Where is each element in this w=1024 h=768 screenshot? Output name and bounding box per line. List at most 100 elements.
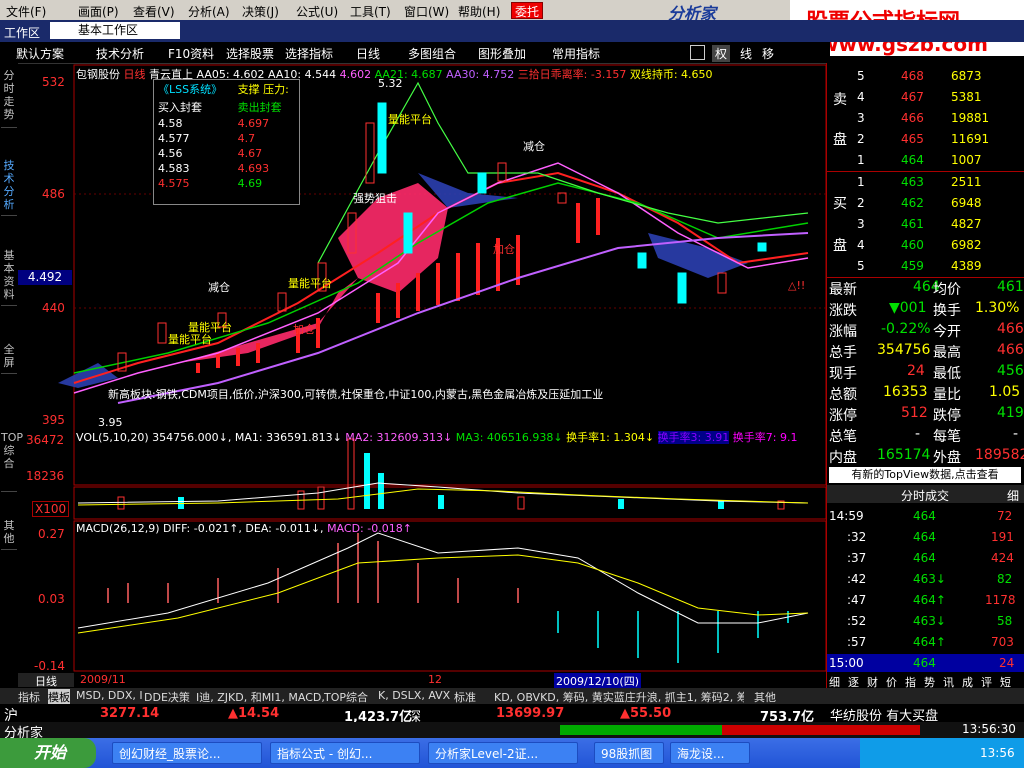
buy-level: 4	[857, 238, 865, 252]
buy-vol: 4827	[951, 217, 982, 231]
btab-top[interactable]: TOP综合	[324, 689, 368, 705]
quote-value: 466	[997, 342, 1024, 358]
vol-turnover3: 换手率3: 3.91	[657, 431, 730, 444]
toolbar-multi-chart[interactable]: 多图组合	[408, 45, 456, 62]
tab-fullscreen[interactable]: 全屏	[1, 343, 17, 374]
sh-change: ▲14.54	[228, 706, 280, 721]
toolbar-line[interactable]: 线	[740, 45, 752, 62]
btab-dde[interactable]: DDE决策	[144, 689, 190, 705]
task-item-5[interactable]: 海龙设...	[670, 742, 750, 764]
toolbar-rights[interactable]: 权	[712, 45, 731, 62]
sell-price: 466	[901, 111, 924, 125]
workspace-tab[interactable]: 基本工作区	[50, 22, 180, 39]
quote-label: 总手	[829, 345, 857, 361]
vol-tick-18236: 18236	[26, 469, 65, 483]
menu-window[interactable]: 窗口(W)	[404, 3, 449, 20]
menu-view[interactable]: 查看(V)	[133, 3, 175, 20]
menu-tools[interactable]: 工具(T)	[350, 3, 391, 20]
macd-main: MACD(26,12,9) DIFF: -0.021↑, DEA: -0.011…	[76, 522, 324, 535]
trust-button[interactable]: 委托	[511, 2, 544, 19]
price-tick-440: 440	[42, 301, 65, 315]
tab-other[interactable]: 其他	[1, 519, 17, 550]
btab-standard[interactable]: 标准	[454, 689, 476, 705]
menu-help[interactable]: 帮助(H)	[458, 3, 500, 20]
menu-file[interactable]: 文件(F)	[6, 3, 46, 20]
aa30-val: AA30: 4.752	[446, 68, 515, 81]
ann-liang4: 量能平台	[168, 333, 212, 346]
start-button[interactable]: 开始	[0, 738, 96, 768]
toolbar-overlay[interactable]: 图形叠加	[478, 45, 526, 62]
menu-decision[interactable]: 决策(J)	[242, 3, 279, 20]
ann-jian2: 减仓	[208, 281, 230, 294]
chart-area: 包钢股份 日线 青云直上 AA05: 4.602 AA10: 4.544 4.6…	[18, 63, 826, 689]
ann-low: 3.95	[98, 416, 123, 429]
macd-cyan-bars	[557, 611, 789, 663]
ticks-detail-button[interactable]: 细	[1007, 487, 1019, 504]
topview-button[interactable]: 有新的TopView数据,点击查看	[829, 467, 1021, 483]
aa10b-val: 4.602	[339, 68, 372, 81]
toolbar-move[interactable]: 移	[762, 45, 774, 62]
buy-price: 459	[901, 259, 924, 273]
quote-value: -	[1013, 426, 1019, 442]
toolbar-f10[interactable]: F10资料	[168, 45, 214, 62]
tab-tech-analysis[interactable]: 技术分析	[1, 159, 17, 216]
shuangxian-val: 双线持币: 4.650	[629, 68, 713, 81]
btab-template[interactable]: 模板	[48, 689, 70, 705]
status-row-2: 分析家 13:56:30	[0, 722, 1024, 741]
sell-level: 2	[857, 132, 865, 146]
menu-formula[interactable]: 公式(U)	[296, 3, 338, 20]
lss-buy-4: 4.583	[158, 162, 190, 175]
quote-value: 466	[997, 321, 1024, 337]
sell-vol: 1007	[951, 153, 982, 167]
tab-intraday[interactable]: 分时走势	[1, 69, 17, 128]
lss-buy-5: 4.575	[158, 177, 190, 190]
tick-time: 14:59	[829, 509, 864, 523]
menu-screen[interactable]: 画面(P)	[78, 3, 119, 20]
volume-header: VOL(5,10,20) 354756.000↓, MA1: 336591.81…	[76, 429, 797, 445]
btab-kd[interactable]: KD, OBVKD, 筹码, 黄实蓝庄升浪, 抓主1, 筹码2, 筹	[494, 689, 744, 705]
quote-value: ▼001	[889, 300, 927, 316]
buy-label-1: 买	[833, 196, 847, 212]
sell-vol: 11691	[951, 132, 990, 146]
toolbar-select-stock[interactable]: 选择股票	[226, 45, 274, 62]
ann-jia2: 加仓	[293, 323, 315, 336]
tick-time: :42	[847, 572, 867, 586]
tick-vol: 58	[997, 614, 1013, 628]
btab-zjkd[interactable]: I迪, ZJKD, 和MI1, MACD,	[196, 689, 325, 705]
buy-level: 1	[857, 175, 865, 189]
lss-sell-1: 4.697	[237, 117, 270, 130]
tick-vol: 24	[999, 656, 1015, 670]
quote-label: 每笔	[933, 429, 961, 445]
x-label-cursor-date: 2009/12/10(四)	[554, 673, 641, 689]
sell-label-2: 盘	[833, 132, 847, 148]
lss-table: 《LSS系统》 支撑 压力: 买入封套 卖出封套 4.58 4.697 4.577 4.…	[154, 80, 299, 191]
toolbar-default-scheme[interactable]: 默认方案	[16, 45, 64, 62]
task-item-4[interactable]: 98股抓图	[594, 742, 664, 764]
quote-label: 均价	[933, 282, 961, 298]
btab-other[interactable]: 其他	[754, 689, 776, 705]
btab-dslx[interactable]: K, DSLX, AVX	[378, 689, 450, 702]
crosshair-icon[interactable]	[690, 45, 705, 60]
task-item-1[interactable]: 创幻财经_股票论...	[112, 742, 262, 764]
sell-price: 467	[901, 90, 924, 104]
macd-diff-line	[77, 532, 809, 629]
btab-indicator[interactable]: 指标	[18, 689, 40, 705]
toolbar-select-indicator[interactable]: 选择指标	[285, 45, 333, 62]
tab-top-overview[interactable]: TOP综合	[1, 431, 23, 492]
x-label-2009-11: 2009/11	[80, 673, 126, 686]
price-tick-486: 486	[42, 187, 65, 201]
sell-vol: 5381	[951, 90, 982, 104]
period-tab[interactable]: 日线	[18, 673, 74, 688]
toolbar-tech-analysis[interactable]: 技术分析	[96, 45, 144, 62]
task-item-2[interactable]: 指标公式 - 创幻...	[270, 742, 420, 764]
menu-analysis[interactable]: 分析(A)	[188, 3, 230, 20]
blue-ribbon-1	[58, 363, 118, 388]
btab-msd[interactable]: MSD, DDX, I	[76, 689, 143, 702]
toolbar-daily[interactable]: 日线	[356, 45, 380, 62]
macd-header: MACD(26,12,9) DIFF: -0.021↑, DEA: -0.011…	[76, 522, 412, 535]
toolbar-common-indicator[interactable]: 常用指标	[552, 45, 600, 62]
task-item-3[interactable]: 分析家Level-2证...	[428, 742, 578, 764]
sell-label-1: 卖	[833, 92, 847, 108]
tab-basic-info[interactable]: 基本资料	[1, 249, 17, 306]
lss-buy-3: 4.56	[158, 147, 183, 160]
